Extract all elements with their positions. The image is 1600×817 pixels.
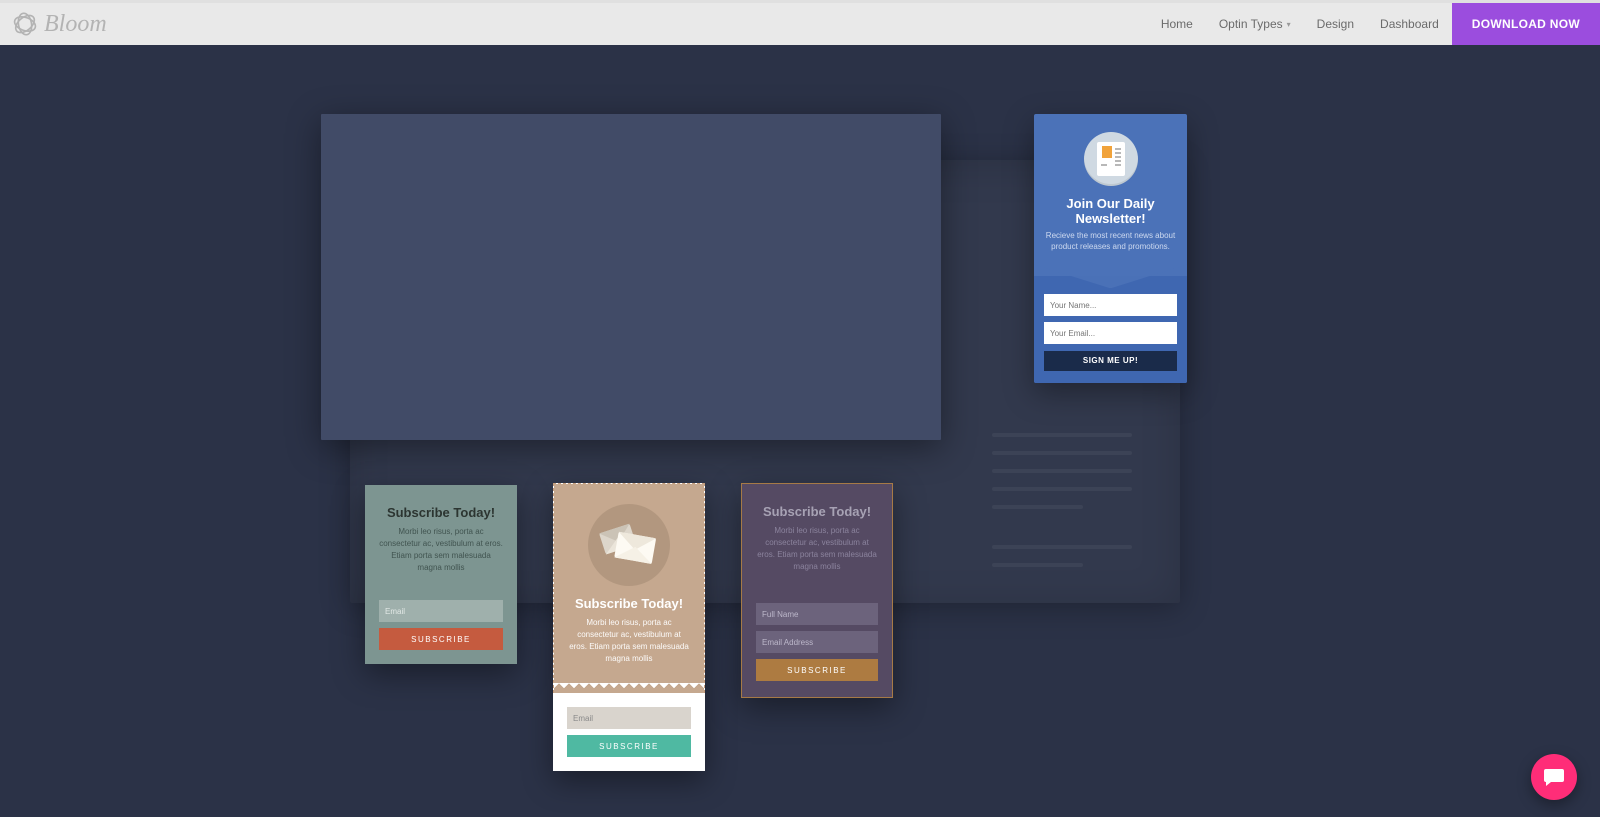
name-input[interactable]	[1044, 294, 1177, 316]
subscribe-button[interactable]: SUBSCRIBE	[756, 659, 878, 681]
download-now-button[interactable]: DOWNLOAD NOW	[1452, 3, 1600, 45]
zigzag-divider	[554, 683, 704, 693]
card-title: Subscribe Today!	[568, 596, 690, 611]
nav-label: Optin Types	[1219, 17, 1283, 31]
card-body: Morbi leo risus, porta ac consectetur ac…	[756, 525, 878, 573]
logo-icon	[12, 11, 38, 37]
nav-optin-types[interactable]: Optin Types ▾	[1206, 3, 1304, 45]
widget-title: Join Our Daily Newsletter!	[1044, 196, 1177, 226]
card-title: Subscribe Today!	[756, 504, 878, 519]
subscribe-button[interactable]: SUBSCRIBE	[379, 628, 503, 650]
optin-card-beige: Subscribe Today! Morbi leo risus, porta …	[553, 483, 705, 771]
nav-label: Design	[1317, 17, 1354, 31]
email-input[interactable]	[567, 707, 691, 729]
sign-me-up-button[interactable]: SIGN ME UP!	[1044, 351, 1177, 371]
brand-name: Bloom	[44, 11, 107, 38]
optin-card-purple: Subscribe Today! Morbi leo risus, porta …	[741, 483, 893, 698]
name-input[interactable]	[756, 603, 878, 625]
widget-subtitle: Recieve the most recent news about produ…	[1044, 230, 1177, 252]
card-title: Subscribe Today!	[379, 505, 503, 520]
email-input[interactable]	[1044, 322, 1177, 344]
nav-home[interactable]: Home	[1148, 3, 1206, 45]
nav-label: Home	[1161, 17, 1193, 31]
nav-links: Home Optin Types ▾ Design Dashboard DOWN…	[1148, 3, 1600, 45]
nav-label: Dashboard	[1380, 17, 1439, 31]
nav-dashboard[interactable]: Dashboard	[1367, 3, 1452, 45]
chat-button[interactable]	[1531, 754, 1577, 800]
email-input[interactable]	[756, 631, 878, 653]
email-input[interactable]	[379, 600, 503, 622]
document-icon	[1084, 132, 1138, 186]
nav-design[interactable]: Design	[1304, 3, 1367, 45]
envelope-icon	[588, 504, 670, 586]
card-body: Morbi leo risus, porta ac consectetur ac…	[568, 617, 690, 665]
cta-label: DOWNLOAD NOW	[1472, 17, 1580, 31]
top-nav: Bloom Home Optin Types ▾ Design Dashboar…	[0, 0, 1600, 45]
chevron-down-icon: ▾	[1287, 20, 1291, 29]
brand-logo[interactable]: Bloom	[0, 11, 107, 38]
sidebar-placeholder-lines	[992, 433, 1132, 581]
optin-card-green: Subscribe Today! Morbi leo risus, porta …	[365, 485, 517, 664]
card-body: Morbi leo risus, porta ac consectetur ac…	[379, 526, 503, 574]
chat-icon	[1542, 765, 1566, 789]
hero-image-placeholder	[321, 114, 941, 440]
subscribe-button[interactable]: SUBSCRIBE	[567, 735, 691, 757]
optin-widget-blue: Join Our Daily Newsletter! Recieve the m…	[1034, 114, 1187, 383]
